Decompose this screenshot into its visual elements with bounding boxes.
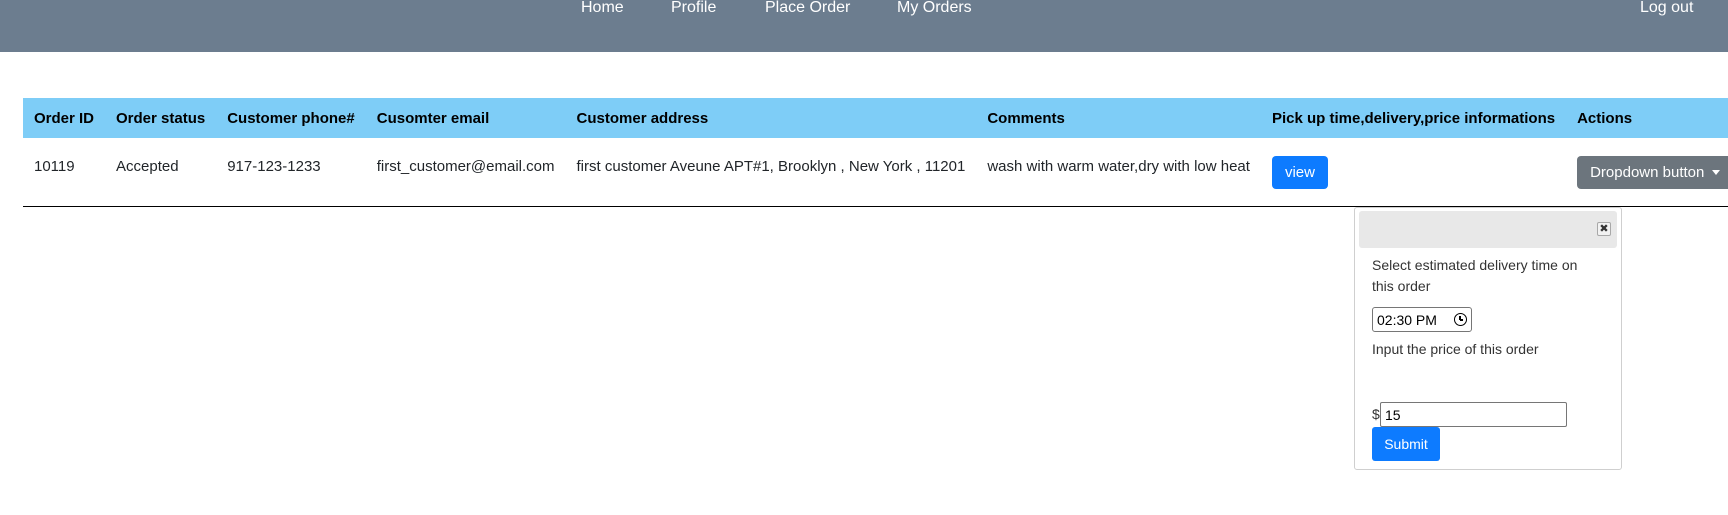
delivery-time-label: Select estimated delivery time on this o… (1372, 257, 1578, 294)
col-header-order-id: Order ID (23, 98, 106, 138)
delivery-time-input[interactable]: 02:30 PM (1372, 307, 1472, 332)
col-header-customer-phone: Customer phone# (216, 98, 366, 138)
cell-actions: Dropdown button (1566, 138, 1728, 207)
view-button[interactable]: view (1271, 155, 1328, 189)
nav-profile-link[interactable]: Profile (671, 0, 716, 16)
close-icon[interactable]: ✖ (1597, 222, 1611, 236)
header-row: Order ID Order status Customer phone# Cu… (23, 98, 1728, 138)
orders-table: Order ID Order status Customer phone# Cu… (23, 98, 1728, 207)
cell-customer-address: first customer Aveune APT#1, Brooklyn , … (565, 138, 977, 207)
order-details-popup: ✖ Select estimated delivery time on this… (1354, 207, 1622, 470)
caret-down-icon (1712, 169, 1721, 175)
cell-order-status: Accepted (105, 138, 217, 207)
col-header-order-status: Order status (105, 98, 217, 138)
nav-logout-link[interactable]: Log out (1640, 0, 1693, 16)
cell-customer-phone: 917-123-1233 (216, 138, 366, 207)
cell-order-id: 10119 (23, 138, 106, 207)
cell-customer-email: first_customer@email.com (365, 138, 566, 207)
nav-my-orders-link[interactable]: My Orders (897, 0, 972, 16)
table-row: 10119 Accepted 917-123-1233 first_custom… (23, 138, 1728, 207)
col-header-actions: Actions (1566, 98, 1728, 138)
currency-symbol: $ (1372, 406, 1380, 422)
submit-button[interactable]: Submit (1372, 427, 1440, 461)
price-input[interactable] (1380, 402, 1567, 427)
delivery-time-value: 02:30 PM (1377, 312, 1437, 328)
orders-table-header: Order ID Order status Customer phone# Cu… (23, 98, 1728, 138)
nav-place-order-link[interactable]: Place Order (765, 0, 850, 16)
col-header-pickup-info: Pick up time,delivery,price informations (1260, 98, 1567, 138)
cell-pickup-info: view (1260, 138, 1567, 207)
actions-dropdown-button[interactable]: Dropdown button (1577, 155, 1728, 189)
clock-icon[interactable] (1454, 313, 1467, 326)
price-label: Input the price of this order (1372, 341, 1539, 357)
top-navbar: Home Profile Place Order My Orders Log o… (0, 0, 1728, 52)
col-header-comments: Comments (976, 98, 1261, 138)
nav-home-link[interactable]: Home (581, 0, 624, 16)
cell-comments: wash with warm water,dry with low heat (976, 138, 1261, 207)
orders-table-body: 10119 Accepted 917-123-1233 first_custom… (23, 138, 1728, 207)
col-header-customer-email: Cusomter email (365, 98, 566, 138)
dropdown-button-label: Dropdown button (1590, 163, 1705, 181)
popup-header: ✖ (1359, 211, 1617, 248)
col-header-customer-address: Customer address (565, 98, 977, 138)
